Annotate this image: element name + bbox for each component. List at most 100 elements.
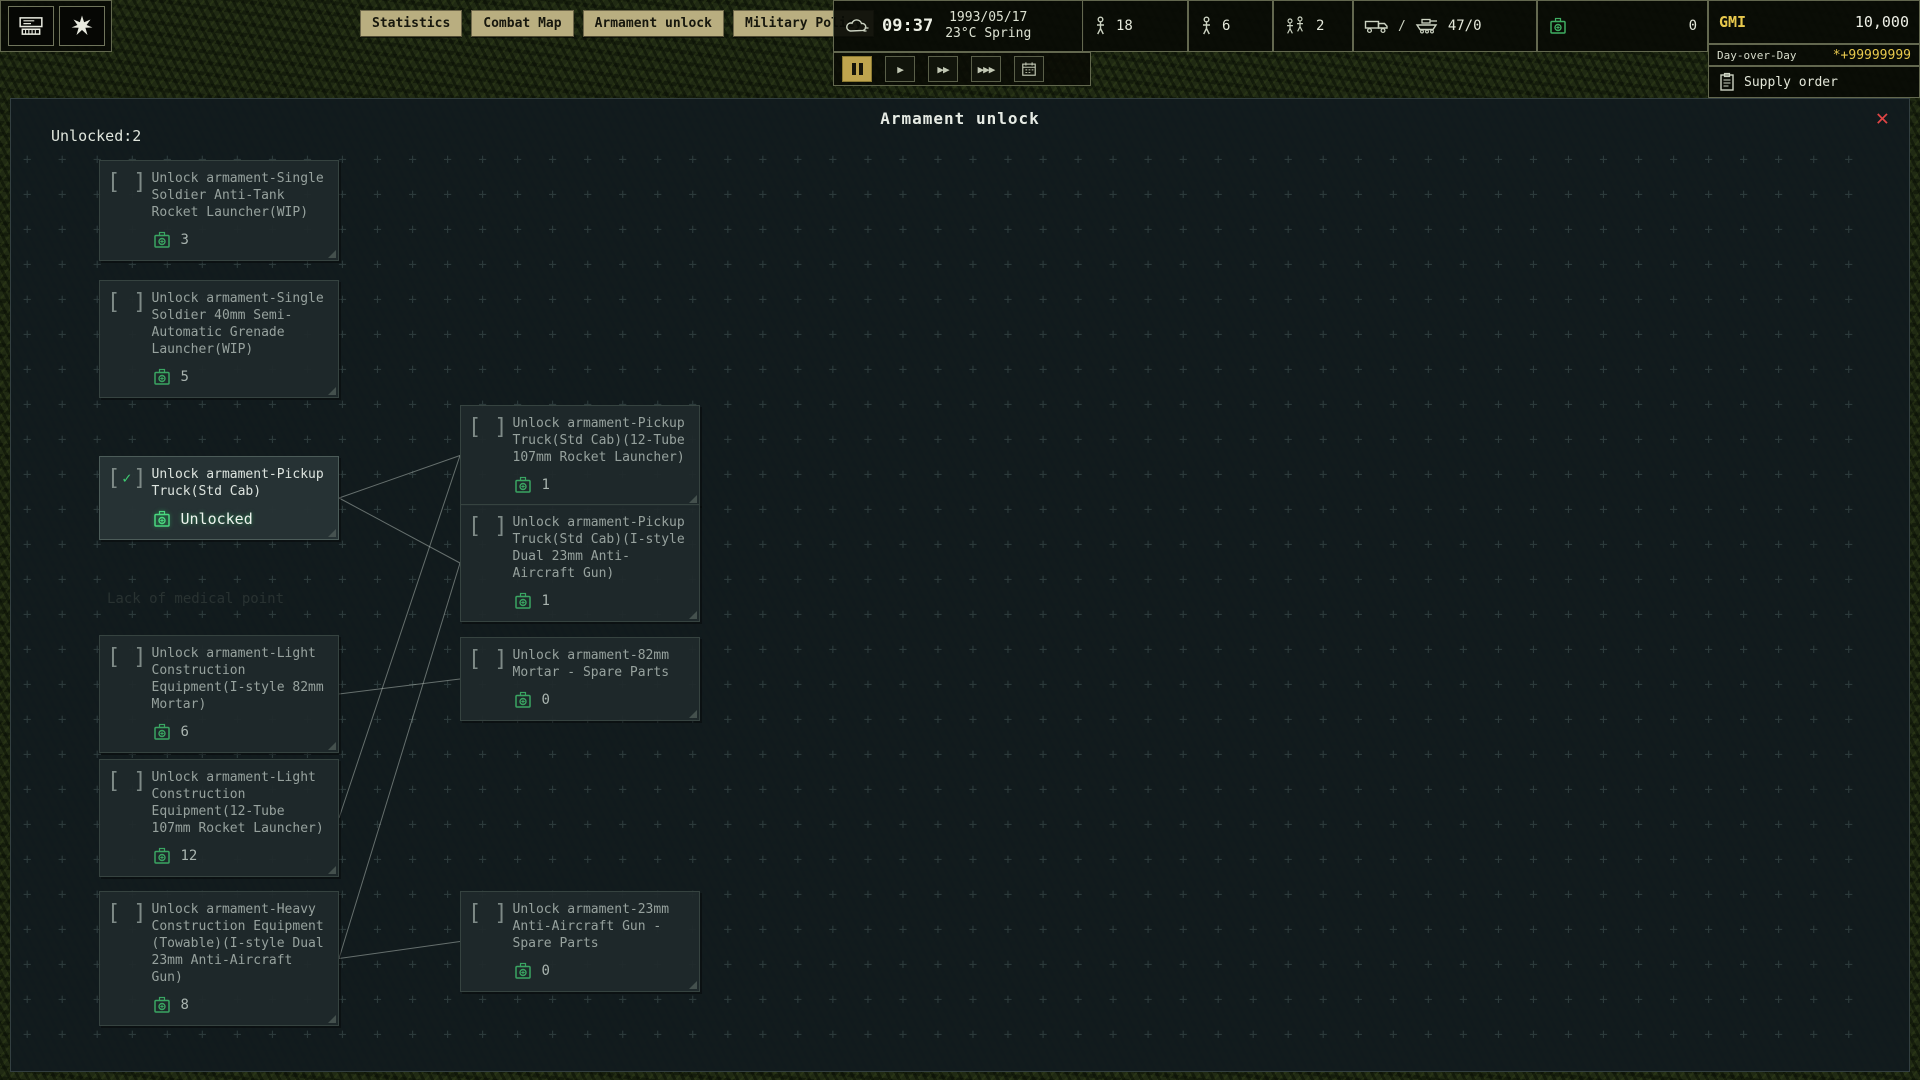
tech-node-mortar-spare-parts[interactable]: [] Unlock armament-82mm Mortar - Spare P…	[460, 637, 700, 721]
corner-grip-icon	[328, 742, 336, 750]
bracket-open-icon: [	[107, 290, 120, 315]
menu-combat-map[interactable]: Combat Map	[471, 10, 573, 37]
calendar-button[interactable]	[1014, 56, 1044, 82]
stat-personnel: 18	[1082, 0, 1188, 52]
supply-crate-icon	[513, 475, 533, 495]
close-button[interactable]: ✕	[1870, 105, 1895, 132]
supply-crate-icon	[1548, 16, 1568, 36]
truck-icon	[1364, 18, 1390, 34]
supply-crate-icon	[152, 230, 172, 250]
bracket-close-icon: ]	[494, 901, 507, 926]
node-cost: 6	[181, 724, 189, 740]
node-title: Unlock armament-Light Construction Equip…	[152, 645, 331, 713]
unlock-checkbox: []	[468, 514, 508, 611]
supply-crate-icon	[513, 961, 533, 981]
supply-crate-icon	[513, 690, 533, 710]
balance-value: 10,000	[1855, 13, 1909, 31]
icon-separator: /	[1398, 19, 1406, 34]
bracket-open-icon: [	[107, 170, 120, 195]
bracket-close-icon: ]	[133, 170, 146, 195]
node-cost: 1	[542, 477, 550, 493]
node-cost: 0	[542, 692, 550, 708]
supply-crate-icon	[152, 509, 172, 529]
stat-squads: 2	[1273, 0, 1353, 52]
fastest-forward-button[interactable]: ▶▶▶	[971, 56, 1001, 82]
node-title: Unlock armament-23mm Anti-Aircraft Gun -…	[513, 901, 692, 952]
bracket-open-icon: [	[107, 769, 120, 794]
clock-season: 23°C Spring	[945, 27, 1031, 41]
armored-vehicle-icon	[1414, 18, 1440, 34]
corner-grip-icon	[328, 866, 336, 874]
top-menu: Statistics Combat Map Armament unlock Mi…	[360, 10, 874, 37]
node-cost: 12	[181, 848, 198, 864]
node-cost: 8	[181, 997, 189, 1013]
clipboard-icon	[1719, 72, 1735, 92]
check-icon: ✓	[120, 466, 133, 490]
bracket-close-icon: ]	[494, 514, 507, 539]
supply-crate-icon	[152, 722, 172, 742]
unlocked-counter: Unlocked:2	[51, 127, 141, 145]
console-button[interactable]	[8, 6, 54, 46]
tech-node-aa-spare-parts[interactable]: [] Unlock armament-23mm Anti-Aircraft Gu…	[460, 891, 700, 992]
tech-node-light-equipment-rocket[interactable]: [] Unlock armament-Light Construction Eq…	[99, 759, 339, 877]
day-over-day-label: Day-over-Day	[1717, 49, 1796, 62]
faction-name: GMI	[1719, 13, 1746, 31]
pause-button[interactable]	[842, 56, 872, 82]
corner-grip-icon	[689, 611, 697, 619]
unlock-checkbox: []	[107, 645, 147, 742]
supply-crate-icon	[152, 367, 172, 387]
squad-icon	[1284, 16, 1308, 36]
bracket-close-icon: ]	[133, 901, 146, 926]
bracket-close-icon: ]	[494, 415, 507, 440]
stat-personnel-value: 18	[1116, 18, 1133, 34]
fast-forward-button[interactable]: ▶▶	[928, 56, 958, 82]
clock-date: 1993/05/17	[945, 11, 1031, 25]
tech-node-light-equipment-mortar[interactable]: [] Unlock armament-Light Construction Eq…	[99, 635, 339, 753]
bracket-open-icon: [	[107, 901, 120, 926]
supply-crate-icon	[152, 995, 172, 1015]
day-over-day-value: *+99999999	[1833, 48, 1911, 63]
play-button[interactable]: ▶	[885, 56, 915, 82]
corner-grip-icon	[689, 710, 697, 718]
hud-left-buttons	[0, 0, 112, 52]
stat-supply-value: 0	[1689, 18, 1697, 34]
bracket-close-icon: ]	[133, 645, 146, 670]
clock-time: 09:37	[882, 16, 933, 36]
supply-order-button[interactable]: Supply order	[1708, 66, 1920, 98]
node-status: Unlocked	[181, 510, 253, 528]
menu-armament-unlock[interactable]: Armament unlock	[583, 10, 724, 37]
tech-node-anti-tank-rocket[interactable]: [] Unlock armament-Single Soldier Anti-T…	[99, 160, 339, 261]
armament-unlock-window: ++++++++++++++++++++++++++++++++++++++++…	[10, 98, 1910, 1072]
unlock-checkbox: []	[107, 901, 147, 1015]
node-title: Unlock armament-Heavy Construction Equip…	[152, 901, 331, 986]
node-title: Unlock armament-Single Soldier 40mm Semi…	[152, 290, 331, 358]
unlock-checkbox-checked: [✓]	[107, 466, 147, 529]
tech-node-heavy-equipment-aa[interactable]: [] Unlock armament-Heavy Construction Eq…	[99, 891, 339, 1026]
supply-crate-icon	[152, 846, 172, 866]
tech-node-truck-aa-gun[interactable]: [] Unlock armament-Pickup Truck(Std Cab)…	[460, 504, 700, 622]
stat-vehicles: / 47/0	[1353, 0, 1537, 52]
finance-cell: GMI 10,000	[1708, 0, 1920, 44]
clock-cell: 09:37 1993/05/17 23°C Spring	[833, 0, 1084, 52]
tech-node-truck-rocket-launcher[interactable]: [] Unlock armament-Pickup Truck(Std Cab)…	[460, 405, 700, 506]
tech-node-grenade-launcher[interactable]: [] Unlock armament-Single Soldier 40mm S…	[99, 280, 339, 398]
corner-grip-icon	[328, 1015, 336, 1023]
reserve-soldier-icon	[1199, 16, 1214, 36]
menu-statistics[interactable]: Statistics	[360, 10, 462, 37]
unlock-checkbox: []	[468, 415, 508, 495]
explosion-icon	[70, 14, 94, 38]
combat-alert-button[interactable]	[59, 6, 105, 46]
tech-node-pickup-truck[interactable]: [✓] Unlock armament-Pickup Truck(Std Cab…	[99, 456, 339, 540]
bracket-open-icon: [	[468, 415, 481, 440]
background-log-line: Lack of medical point	[107, 591, 284, 607]
node-cost: 5	[181, 369, 189, 385]
supply-crate-icon	[513, 591, 533, 611]
window-title: Armament unlock	[11, 109, 1909, 128]
bracket-close-icon: ]	[133, 769, 146, 794]
unlock-checkbox: []	[468, 647, 508, 710]
calendar-icon	[1021, 61, 1037, 77]
unlock-checkbox: []	[107, 769, 147, 866]
bracket-close-icon: ]	[133, 466, 146, 491]
node-title: Unlock armament-82mm Mortar - Spare Part…	[513, 647, 692, 681]
stat-vehicles-value: 47/0	[1448, 18, 1482, 34]
